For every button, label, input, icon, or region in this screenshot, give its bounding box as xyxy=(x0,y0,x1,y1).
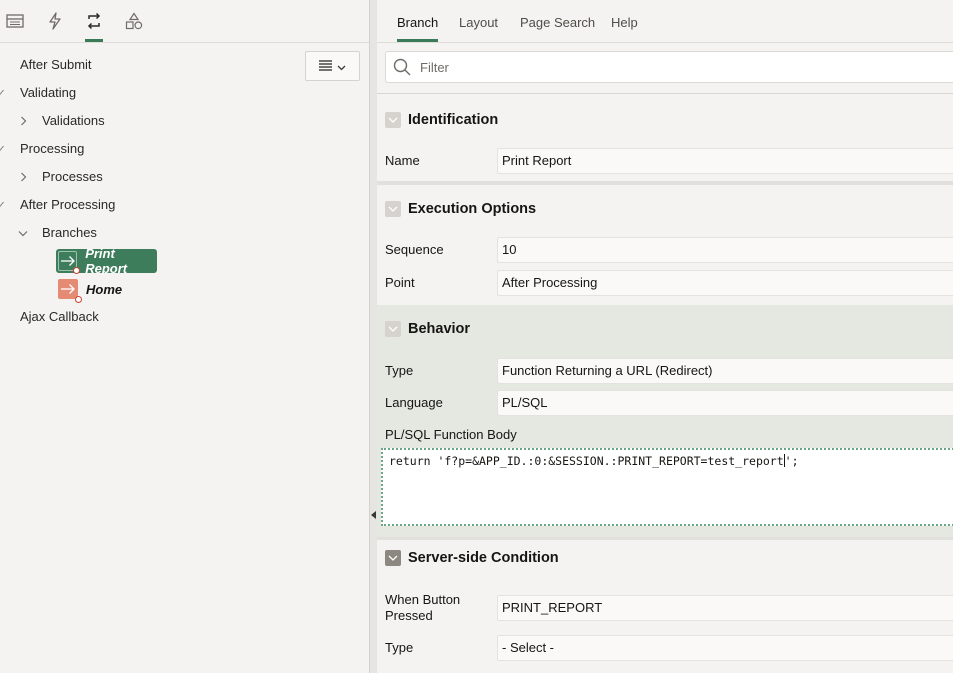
tab-branch[interactable]: Branch xyxy=(397,0,439,42)
check-icon xyxy=(0,83,6,103)
check-icon xyxy=(0,139,6,159)
tree-label: Processes xyxy=(42,169,103,184)
language-select[interactable]: PL/SQL xyxy=(497,390,953,416)
point-label: Point xyxy=(385,275,415,290)
tree-label: Branches xyxy=(42,225,97,240)
chevron-down-icon[interactable] xyxy=(385,321,401,337)
section-title: Identification xyxy=(408,112,499,128)
tree-node-branch-home[interactable]: Home xyxy=(56,277,126,303)
error-indicator-icon xyxy=(75,296,82,303)
processing-icon xyxy=(85,12,103,30)
chevron-down-icon[interactable] xyxy=(385,201,401,217)
condition-type-select[interactable]: - Select - xyxy=(497,635,953,661)
condition-type-label: Type xyxy=(385,640,414,655)
tree-node-processing[interactable]: Processing xyxy=(20,139,84,159)
type-label: Type xyxy=(385,363,414,378)
code-text-end: '; xyxy=(784,454,799,468)
search-icon xyxy=(386,58,418,76)
chevron-down-icon xyxy=(337,59,346,74)
when-button-label-line2: Pressed xyxy=(385,608,433,623)
tree-node-validating[interactable]: Validating xyxy=(20,83,76,103)
tree-label: Home xyxy=(86,281,123,297)
tab-dynamic-actions[interactable] xyxy=(40,0,70,42)
chevron-down-icon[interactable] xyxy=(17,223,29,243)
rendering-icon xyxy=(6,14,24,28)
tab-help[interactable]: Help xyxy=(611,0,638,42)
sequence-label: Sequence xyxy=(385,242,444,257)
tree-node-ajax-callback[interactable]: Ajax Callback xyxy=(20,307,99,327)
tree-node-processes[interactable]: Processes xyxy=(42,167,103,187)
when-button-label-line1: When Button xyxy=(385,592,461,607)
section-execution-options[interactable]: Execution Options xyxy=(377,191,953,227)
language-label: Language xyxy=(385,395,443,410)
error-indicator-icon xyxy=(73,267,81,274)
tree-label: After Processing xyxy=(20,197,116,212)
tree-node-branch-print-report[interactable]: Print Report xyxy=(56,246,157,276)
name-field[interactable]: Print Report xyxy=(497,148,953,174)
tab-page-search[interactable]: Page Search xyxy=(520,0,595,42)
behavior-type-select[interactable]: Function Returning a URL (Redirect) xyxy=(497,358,953,384)
tree-node-after-processing[interactable]: After Processing xyxy=(20,195,115,215)
filter-box xyxy=(385,51,953,83)
section-server-side-condition[interactable]: Server-side Condition xyxy=(377,540,953,576)
tree-menu-button[interactable] xyxy=(305,51,360,81)
section-title: Execution Options xyxy=(408,201,537,217)
when-button-label: When Button Pressed xyxy=(385,592,460,624)
section-divider xyxy=(377,181,953,185)
section-title: Behavior xyxy=(408,321,471,337)
tab-rendering[interactable] xyxy=(0,0,30,42)
plsql-body-label: PL/SQL Function Body xyxy=(385,427,517,442)
branch-arrow-icon xyxy=(58,251,81,274)
section-title: Server-side Condition xyxy=(408,550,559,566)
tab-processing[interactable] xyxy=(79,0,109,42)
hamburger-icon xyxy=(319,59,333,74)
branch-arrow-icon xyxy=(58,279,82,303)
tree-label: Print Report xyxy=(85,246,128,276)
tab-shared-components[interactable] xyxy=(119,0,149,42)
when-button-select[interactable]: PRINT_REPORT xyxy=(497,595,953,621)
code-text: return 'f?p=&APP_ID.:0:&SESSION.:PRINT_R… xyxy=(389,454,784,468)
tree-label: Validations xyxy=(42,113,105,128)
tab-layout[interactable]: Layout xyxy=(459,0,498,42)
shapes-icon xyxy=(125,12,143,30)
tree-label: After Submit xyxy=(20,57,92,72)
property-editor: Branch Layout Page Search Help Identific… xyxy=(377,0,953,673)
tree-label: Ajax Callback xyxy=(20,309,99,324)
tree-node-branches[interactable]: Branches xyxy=(42,223,97,243)
left-pane: After Submit Validating Validations Proc… xyxy=(0,0,369,673)
lightning-icon xyxy=(48,12,62,30)
tree-label: Validating xyxy=(20,85,77,100)
section-identification[interactable]: Identification xyxy=(377,102,953,138)
plsql-code-editor[interactable]: return 'f?p=&APP_ID.:0:&SESSION.:PRINT_R… xyxy=(381,448,953,526)
section-behavior[interactable]: Behavior xyxy=(377,311,953,347)
chevron-down-icon[interactable] xyxy=(385,112,401,128)
check-icon xyxy=(0,195,6,215)
chevron-right-icon[interactable] xyxy=(17,167,29,187)
name-label: Name xyxy=(385,153,420,168)
chevron-right-icon[interactable] xyxy=(17,111,29,131)
properties-panel: Identification Name Print Report Executi… xyxy=(377,93,953,673)
chevron-down-icon[interactable] xyxy=(385,550,401,566)
left-tab-bar xyxy=(0,0,369,43)
tree-node-validations[interactable]: Validations xyxy=(42,111,105,131)
tree-label: Processing xyxy=(20,141,85,156)
sequence-field[interactable]: 10 xyxy=(497,237,953,263)
tree-node-after-submit[interactable]: After Submit xyxy=(20,55,92,75)
point-select[interactable]: After Processing xyxy=(497,270,953,296)
right-tab-bar: Branch Layout Page Search Help xyxy=(377,0,953,43)
collapse-left-icon[interactable] xyxy=(371,511,376,519)
filter-input[interactable] xyxy=(418,58,922,76)
